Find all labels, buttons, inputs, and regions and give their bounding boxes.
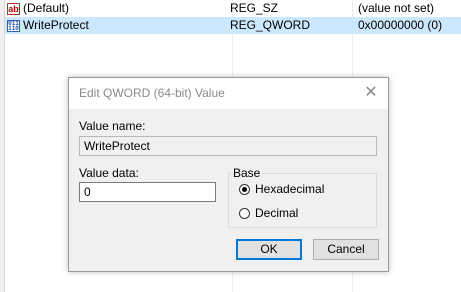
value-name-label: Value name: (79, 119, 146, 133)
tree-pane-edge (0, 0, 5, 292)
value-name-field[interactable]: WriteProtect (79, 136, 377, 156)
value-data: (value not set) (358, 1, 435, 15)
row-name-cell: ab (Default) (7, 0, 69, 17)
value-name: (Default) (23, 1, 70, 15)
radio-button[interactable] (239, 207, 250, 219)
value-type: REG_QWORD (230, 18, 311, 32)
value-name: WriteProtect (23, 18, 89, 32)
dialog-title: Edit QWORD (64-bit) Value (79, 86, 225, 100)
row-name-cell: 011 110 WriteProtect (7, 17, 89, 34)
value-data-input[interactable] (79, 182, 216, 202)
base-group-label: Base (231, 166, 263, 180)
radio-decimal[interactable]: Decimal (239, 206, 298, 220)
dialog-titlebar[interactable]: Edit QWORD (64-bit) Value ✕ (69, 78, 388, 109)
string-value-icon: ab (7, 2, 20, 15)
registry-row-writeprotect[interactable]: 011 110 WriteProtect REG_QWORD 0x00000000… (5, 17, 461, 34)
registry-row-default[interactable]: ab (Default) REG_SZ (value not set) (5, 0, 461, 17)
value-data-label: Value data: (79, 166, 139, 180)
value-type: REG_SZ (230, 1, 279, 15)
cancel-button[interactable]: Cancel (313, 239, 379, 260)
radio-button-checked[interactable] (239, 183, 250, 195)
edit-qword-dialog: Edit QWORD (64-bit) Value ✕ Value name: … (68, 77, 389, 272)
binary-value-icon: 011 110 (7, 19, 20, 32)
radio-label: Decimal (255, 206, 299, 220)
value-data: 0x00000000 (0) (358, 18, 443, 32)
close-icon[interactable]: ✕ (360, 82, 382, 104)
ok-button[interactable]: OK (236, 239, 302, 260)
radio-hexadecimal[interactable]: Hexadecimal (239, 182, 324, 196)
radio-label: Hexadecimal (255, 182, 325, 196)
